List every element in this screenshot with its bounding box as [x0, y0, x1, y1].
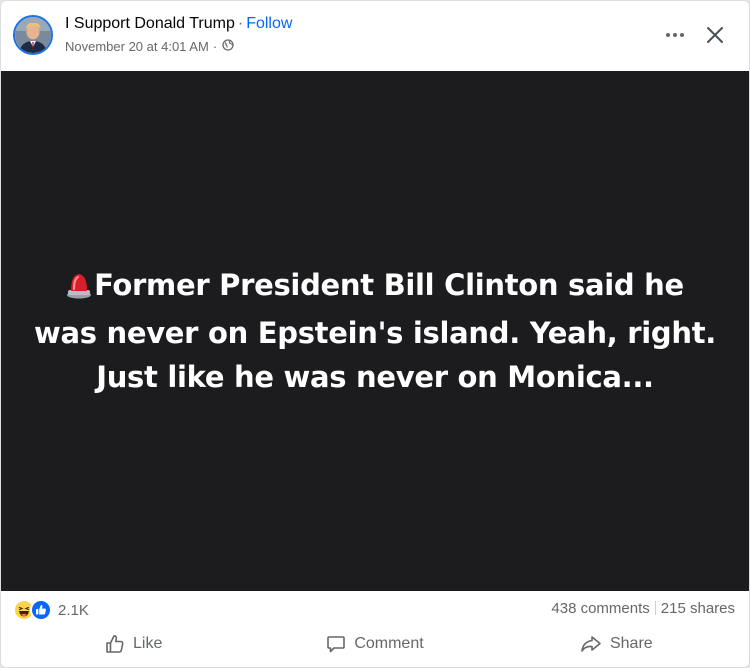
thumbs-up-icon: [106, 635, 124, 653]
globe-icon[interactable]: [222, 39, 234, 54]
like-label: Like: [132, 635, 163, 652]
page-name-line: I Support Donald Trump · Follow: [65, 15, 292, 33]
close-button[interactable]: [699, 19, 731, 51]
post-body[interactable]: Former President Bill Clinton said he wa…: [1, 71, 749, 591]
like-button[interactable]: Like: [13, 627, 254, 661]
counts-divider: [654, 601, 656, 615]
reaction-summary[interactable]: 2.1K: [13, 599, 89, 621]
post-text-block: Former President Bill Clinton said he wa…: [30, 263, 720, 399]
follow-link[interactable]: Follow: [246, 15, 292, 32]
more-dots-icon: [666, 33, 684, 37]
action-bar: Like Comment Share: [13, 627, 737, 661]
post-card: I Support Donald Trump · Follow November 2…: [0, 0, 750, 668]
page-avatar[interactable]: [13, 15, 53, 55]
comment-bubble-icon: [327, 636, 346, 653]
page-name[interactable]: I Support Donald Trump: [65, 15, 235, 32]
comments-count[interactable]: 438 comments: [551, 600, 649, 617]
engagement-counts: 438 comments 215 shares: [551, 600, 735, 617]
close-icon: [707, 27, 723, 43]
meta-separator: ·: [212, 39, 218, 54]
name-separator: ·: [237, 15, 244, 32]
shares-count[interactable]: 215 shares: [661, 600, 735, 617]
reaction-count: 2.1K: [58, 601, 89, 619]
post-timestamp[interactable]: November 20 at 4:01 AM: [65, 39, 209, 54]
post-header: I Support Donald Trump · Follow November 2…: [1, 1, 749, 71]
post-text: Former President Bill Clinton said he wa…: [33, 268, 717, 394]
more-options-button[interactable]: [659, 19, 691, 51]
share-button[interactable]: Share: [496, 627, 737, 661]
share-arrow-icon: [581, 636, 601, 652]
post-stats: 2.1K 438 comments 215 shares: [1, 591, 749, 627]
like-icon: [30, 599, 52, 621]
avatar-portrait-icon: [15, 17, 51, 53]
comment-label: Comment: [354, 635, 424, 652]
siren-icon: [66, 267, 92, 311]
post-meta: November 20 at 4:01 AM ·: [65, 39, 234, 54]
comment-button[interactable]: Comment: [254, 627, 495, 661]
share-label: Share: [609, 635, 653, 652]
